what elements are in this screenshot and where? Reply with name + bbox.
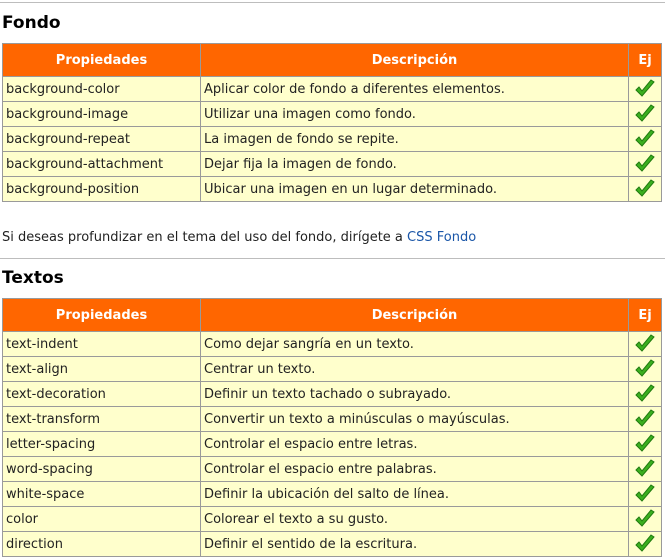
example-cell[interactable] bbox=[628, 481, 662, 507]
property-description: Utilizar una imagen como fondo. bbox=[200, 101, 629, 127]
property-name: text-align bbox=[2, 356, 201, 382]
checkmark-icon[interactable] bbox=[629, 484, 661, 504]
checkmark-icon[interactable] bbox=[629, 129, 661, 149]
table-row: letter-spacing Controlar el espacio entre… bbox=[2, 431, 662, 457]
property-name: text-transform bbox=[2, 406, 201, 432]
table-row: background-position Ubicar una imagen en … bbox=[2, 176, 662, 202]
checkmark-icon[interactable] bbox=[629, 359, 661, 379]
middle-divider bbox=[0, 258, 665, 259]
textos-table: Propiedades Descripción Ej text-indent Co… bbox=[2, 298, 662, 557]
example-cell[interactable] bbox=[628, 456, 662, 482]
table-row: word-spacing Controlar el espacio entre p… bbox=[2, 456, 662, 482]
table-header-row: Propiedades Descripción Ej bbox=[2, 298, 662, 332]
property-description: Controlar el espacio entre palabras. bbox=[200, 456, 629, 482]
header-descripcion: Descripción bbox=[200, 43, 629, 77]
checkmark-icon[interactable] bbox=[629, 459, 661, 479]
table-row: text-align Centrar un texto. bbox=[2, 356, 662, 382]
property-description: Como dejar sangría en un texto. bbox=[200, 331, 629, 357]
property-name: background-image bbox=[2, 101, 201, 127]
example-cell[interactable] bbox=[628, 381, 662, 407]
property-name: background-attachment bbox=[2, 151, 201, 177]
property-name: background-position bbox=[2, 176, 201, 202]
section-title-fondo: Fondo bbox=[2, 13, 61, 33]
property-name: word-spacing bbox=[2, 456, 201, 482]
section-title-textos: Textos bbox=[2, 268, 64, 288]
property-description: Ubicar una imagen en un lugar determinad… bbox=[200, 176, 629, 202]
property-description: Definir la ubicación del salto de línea. bbox=[200, 481, 629, 507]
property-description: Dejar fija la imagen de fondo. bbox=[200, 151, 629, 177]
example-cell[interactable] bbox=[628, 76, 662, 102]
table-row: background-color Aplicar color de fondo a… bbox=[2, 76, 662, 102]
checkmark-icon[interactable] bbox=[629, 334, 661, 354]
table-row: color Colorear el texto a su gusto. bbox=[2, 506, 662, 532]
table-row: text-decoration Definir un texto tachado … bbox=[2, 381, 662, 407]
table-header-row: Propiedades Descripción Ej bbox=[2, 43, 662, 77]
property-description: Controlar el espacio entre letras. bbox=[200, 431, 629, 457]
property-name: white-space bbox=[2, 481, 201, 507]
property-name: color bbox=[2, 506, 201, 532]
css-fondo-link[interactable]: CSS Fondo bbox=[407, 230, 476, 245]
property-description: Definir el sentido de la escritura. bbox=[200, 531, 629, 557]
example-cell[interactable] bbox=[628, 506, 662, 532]
example-cell[interactable] bbox=[628, 176, 662, 202]
checkmark-icon[interactable] bbox=[629, 104, 661, 124]
property-name: text-indent bbox=[2, 331, 201, 357]
table-row: text-indent Como dejar sangría en un text… bbox=[2, 331, 662, 357]
property-name: direction bbox=[2, 531, 201, 557]
example-cell[interactable] bbox=[628, 331, 662, 357]
table-row: background-image Utilizar una imagen como… bbox=[2, 101, 662, 127]
note-text: Si deseas profundizar en el tema del uso… bbox=[2, 230, 408, 245]
example-cell[interactable] bbox=[628, 531, 662, 557]
property-description: Colorear el texto a su gusto. bbox=[200, 506, 629, 532]
example-cell[interactable] bbox=[628, 101, 662, 127]
table-row: direction Definir el sentido de la escrit… bbox=[2, 531, 662, 557]
checkmark-icon[interactable] bbox=[629, 434, 661, 454]
table-row: white-space Definir la ubicación del salt… bbox=[2, 481, 662, 507]
header-ej: Ej bbox=[628, 298, 662, 332]
checkmark-icon[interactable] bbox=[629, 79, 661, 99]
property-name: text-decoration bbox=[2, 381, 201, 407]
example-cell[interactable] bbox=[628, 356, 662, 382]
property-description: Centrar un texto. bbox=[200, 356, 629, 382]
property-description: La imagen de fondo se repite. bbox=[200, 126, 629, 152]
example-cell[interactable] bbox=[628, 431, 662, 457]
property-name: background-repeat bbox=[2, 126, 201, 152]
example-cell[interactable] bbox=[628, 126, 662, 152]
checkmark-icon[interactable] bbox=[629, 154, 661, 174]
checkmark-icon[interactable] bbox=[629, 384, 661, 404]
fondo-note: Si deseas profundizar en el tema del uso… bbox=[2, 230, 476, 245]
header-descripcion: Descripción bbox=[200, 298, 629, 332]
example-cell[interactable] bbox=[628, 406, 662, 432]
example-cell[interactable] bbox=[628, 151, 662, 177]
header-ej: Ej bbox=[628, 43, 662, 77]
property-name: letter-spacing bbox=[2, 431, 201, 457]
property-description: Aplicar color de fondo a diferentes elem… bbox=[200, 76, 629, 102]
header-propiedades: Propiedades bbox=[2, 43, 201, 77]
top-divider bbox=[0, 2, 665, 3]
property-name: background-color bbox=[2, 76, 201, 102]
table-row: background-repeat La imagen de fondo se r… bbox=[2, 126, 662, 152]
fondo-table: Propiedades Descripción Ej background-co… bbox=[2, 43, 662, 202]
table-row: background-attachment Dejar fija la image… bbox=[2, 151, 662, 177]
property-description: Definir un texto tachado o subrayado. bbox=[200, 381, 629, 407]
checkmark-icon[interactable] bbox=[629, 179, 661, 199]
checkmark-icon[interactable] bbox=[629, 509, 661, 529]
checkmark-icon[interactable] bbox=[629, 409, 661, 429]
checkmark-icon[interactable] bbox=[629, 534, 661, 554]
property-description: Convertir un texto a minúsculas o mayúsc… bbox=[200, 406, 629, 432]
header-propiedades: Propiedades bbox=[2, 298, 201, 332]
table-row: text-transform Convertir un texto a minús… bbox=[2, 406, 662, 432]
